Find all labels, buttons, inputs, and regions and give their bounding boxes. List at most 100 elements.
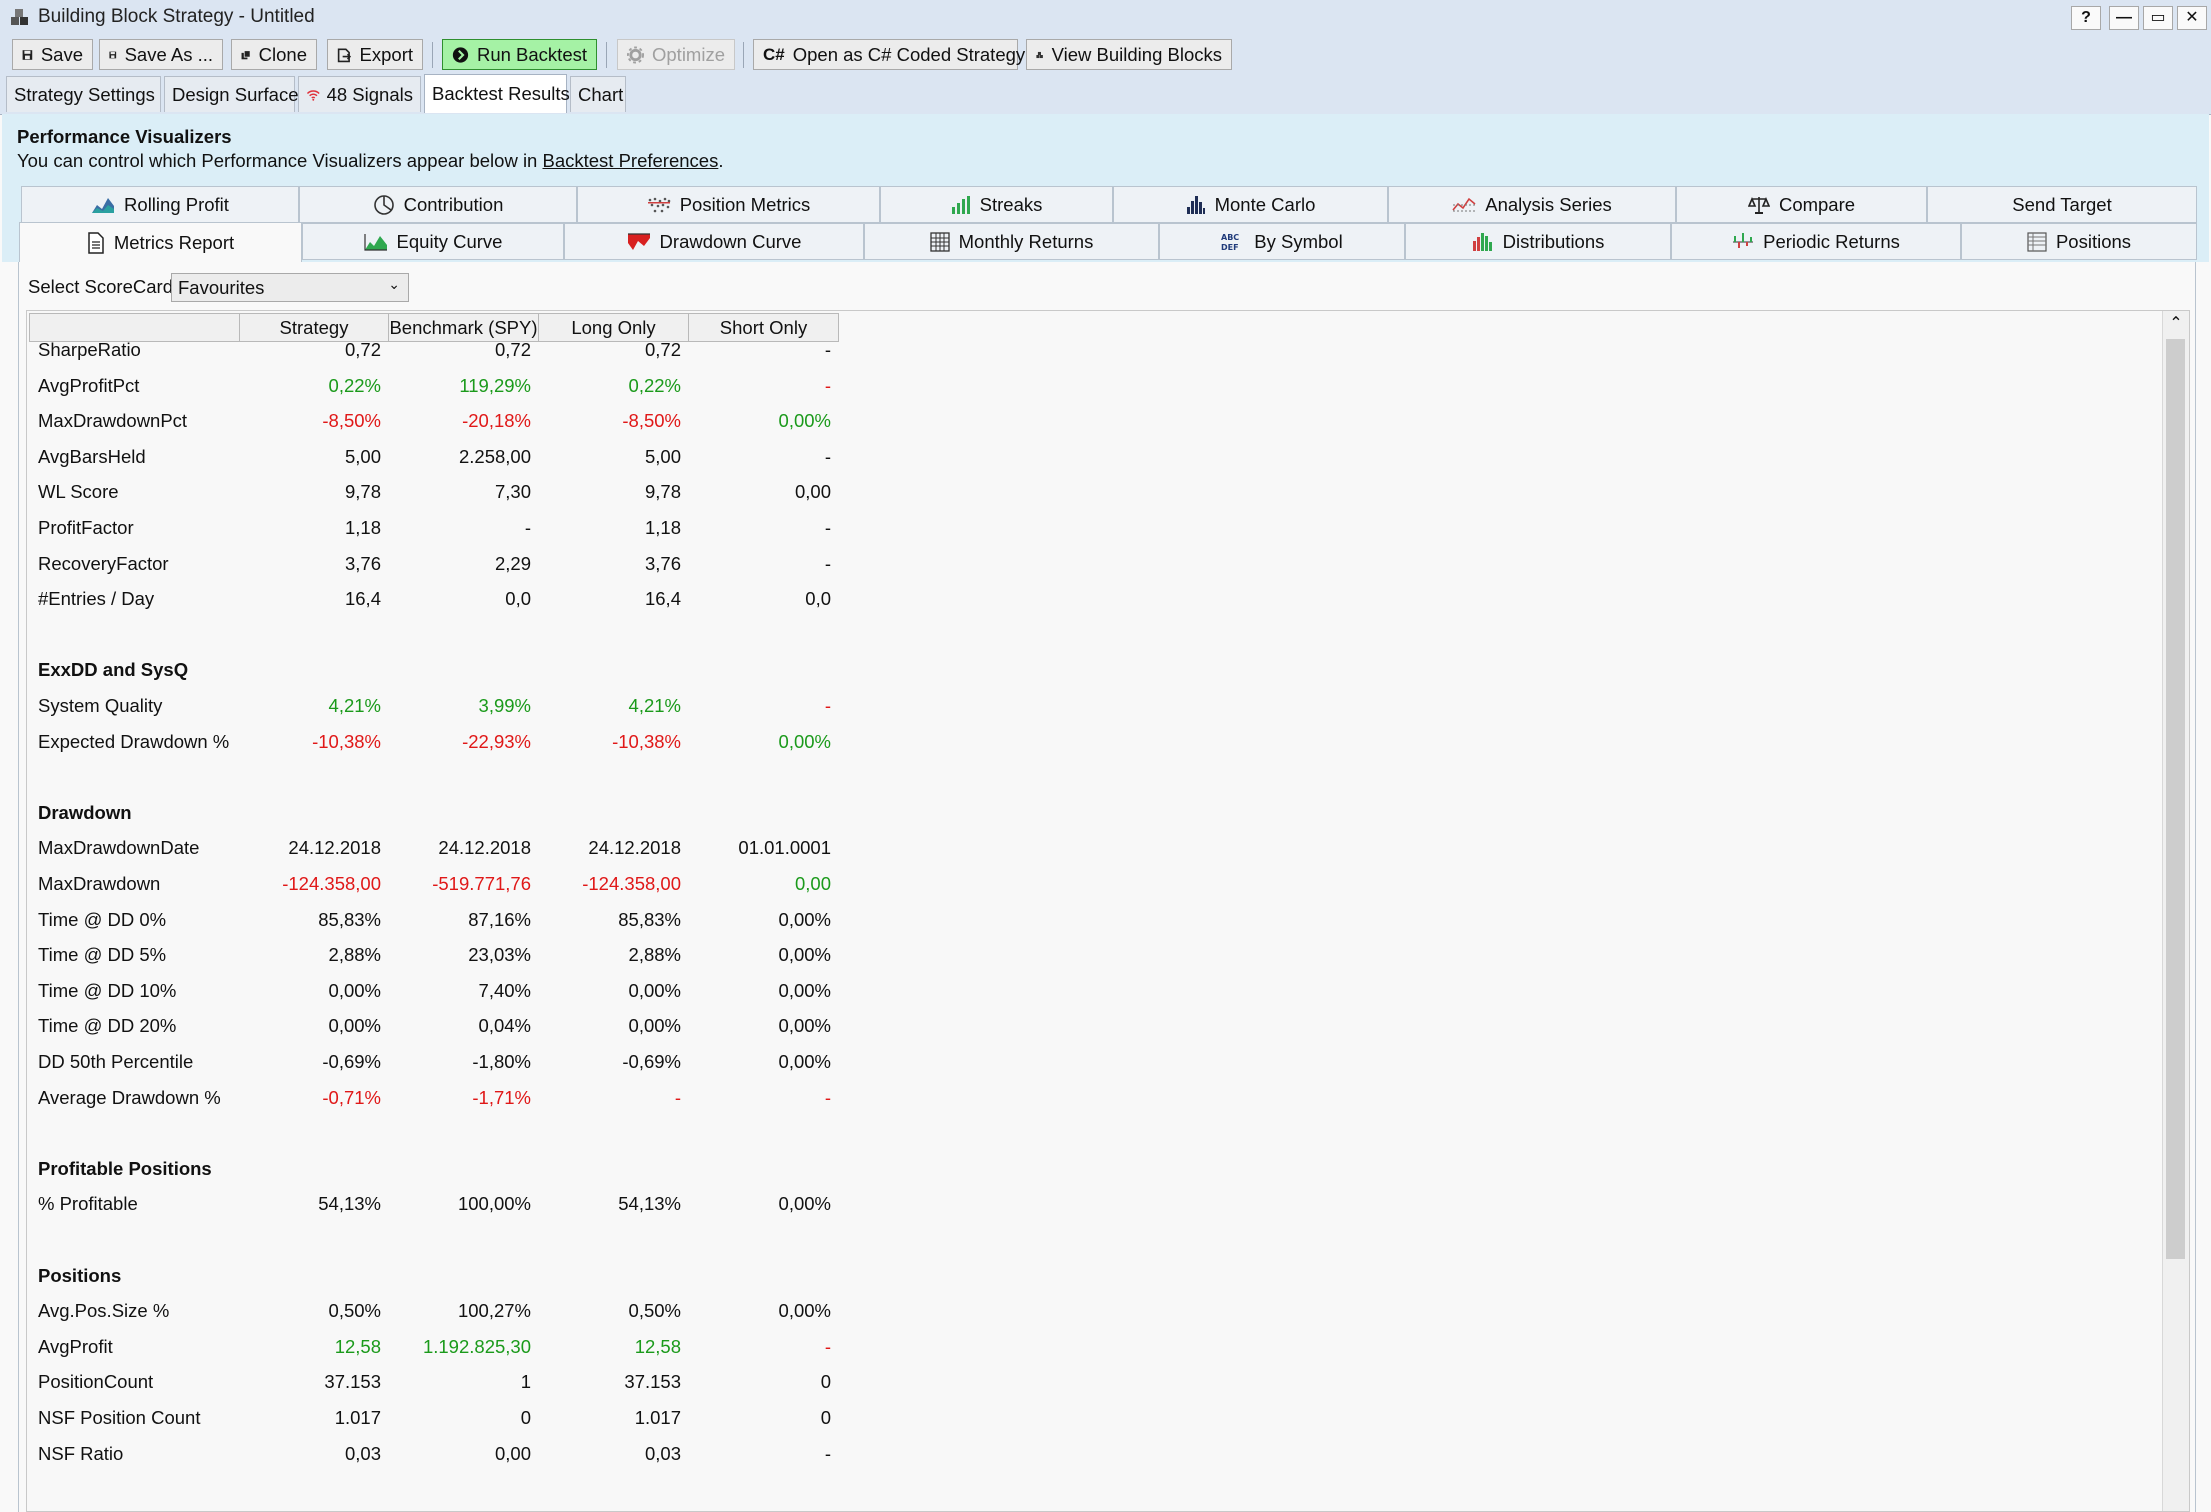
document-icon (88, 232, 104, 254)
tab-chart[interactable]: Chart (570, 76, 626, 112)
tab-label: Analysis Series (1485, 193, 1612, 215)
save-as-icon (109, 51, 117, 58)
metric-value: 2,29 (494, 552, 531, 574)
metric-value: 2,88% (328, 944, 381, 966)
def-glyph: DEF (1221, 243, 1239, 252)
metric-label: MaxDrawdownPct (38, 410, 188, 432)
metric-value: 0,00% (778, 979, 831, 1001)
column-header-strategy[interactable]: Strategy (239, 313, 389, 342)
metric-value: 0,03 (344, 1442, 381, 1464)
run-backtest-button[interactable]: Run Backtest (442, 39, 597, 70)
tab-design-surface[interactable]: Design Surface (164, 76, 298, 112)
tab-distributions[interactable]: Distributions (1405, 223, 1671, 260)
save-button[interactable]: Save (12, 39, 93, 70)
optimize-button[interactable]: Optimize (617, 39, 735, 70)
tab-compare[interactable]: Compare (1676, 186, 1927, 223)
metric-value: 0,00% (778, 944, 831, 966)
tab-label: By Symbol (1254, 230, 1343, 252)
scroll-up-icon[interactable]: ⌃ (2163, 311, 2189, 337)
tab-label: Streaks (979, 193, 1043, 215)
info-text-suffix: . (718, 150, 724, 171)
backtest-preferences-link[interactable]: Backtest Preferences (543, 150, 719, 171)
list-table-icon (2027, 231, 2047, 252)
column-header-long-only[interactable]: Long Only (538, 313, 689, 342)
metric-value: 0,00% (628, 979, 681, 1001)
save-as-button[interactable]: Save As ... (99, 39, 223, 70)
metric-value: -20,18% (462, 410, 531, 432)
metric-value: - (524, 517, 531, 538)
help-button[interactable]: ? (2071, 6, 2101, 30)
metric-value: -0,71% (322, 1086, 381, 1108)
column-header-benchmark[interactable]: Benchmark (SPY) (388, 313, 539, 342)
clone-button[interactable]: Clone (231, 39, 317, 70)
metric-value: 0 (520, 1407, 531, 1428)
metric-label: Time @ DD 0% (38, 908, 167, 930)
metric-label: NSF Position Count (38, 1407, 201, 1428)
scorecard-dropdown[interactable]: Favourites ⌄ (171, 273, 409, 302)
metric-label: WL Score (38, 481, 119, 503)
tab-label: Chart (578, 83, 624, 105)
metric-value: 01.01.0001 (738, 837, 831, 859)
metrics-grid: Strategy Benchmark (SPY) Long Only Short… (26, 310, 2190, 1512)
close-button[interactable]: ✕ (2177, 6, 2207, 30)
metric-value: 0,00% (628, 1015, 681, 1037)
metric-value: -519.771,76 (432, 873, 531, 894)
scatter-icon (647, 197, 671, 212)
tab-monte-carlo[interactable]: Monte Carlo (1113, 186, 1388, 223)
optimize-label: Optimize (652, 43, 725, 65)
metric-value: 0,00 (494, 1442, 531, 1464)
metric-value: 24.12.2018 (288, 837, 381, 859)
tab-equity-curve[interactable]: Equity Curve (302, 223, 564, 260)
metric-value: - (824, 1442, 831, 1464)
vertical-scrollbar[interactable]: ⌃ (2162, 311, 2189, 1511)
analysis-series-icon (1452, 197, 1476, 211)
metric-label: SharpeRatio (38, 339, 141, 360)
tab-periodic-returns[interactable]: Periodic Returns (1671, 223, 1961, 260)
tab-label: Periodic Returns (1763, 230, 1900, 252)
open-csharp-button[interactable]: C# Open as C# Coded Strategy (753, 39, 1025, 70)
metric-value: 24.12.2018 (438, 837, 531, 859)
metric-value: 100,27% (457, 1300, 531, 1322)
metric-value: -124.358,00 (282, 873, 381, 894)
metric-value: 54,13% (318, 1193, 381, 1215)
toolbar: Save Save As ... Clone Export Run Backte… (0, 36, 2211, 74)
view-building-blocks-button[interactable]: View Building Blocks (1026, 39, 1232, 70)
metric-label: AvgProfitPct (38, 374, 140, 396)
tab-signals[interactable]: 48 Signals (298, 76, 421, 112)
tab-label: Send Target (2012, 193, 2112, 215)
metric-value: 2.258,00 (458, 445, 531, 467)
tab-label: Positions (2055, 230, 2132, 252)
scrollbar-thumb[interactable] (2166, 339, 2185, 1259)
metric-label: Time @ DD 20% (38, 1015, 177, 1037)
tab-strategy-settings[interactable]: Strategy Settings (6, 76, 161, 112)
tab-contribution[interactable]: Contribution (299, 186, 577, 223)
tab-rolling-profit[interactable]: Rolling Profit (21, 186, 299, 223)
metric-value: 0,72 (644, 339, 681, 360)
tab-monthly-returns[interactable]: Monthly Returns (864, 223, 1159, 260)
tab-position-metrics[interactable]: Position Metrics (577, 186, 880, 223)
metric-value: 12,58 (634, 1335, 681, 1357)
column-header-short-only[interactable]: Short Only (688, 313, 839, 342)
equity-chart-icon (363, 233, 387, 251)
scales-icon (1747, 196, 1770, 214)
export-button[interactable]: Export (327, 39, 423, 70)
tab-metrics-report[interactable]: Metrics Report (19, 222, 302, 263)
tab-backtest-results[interactable]: Backtest Results (424, 74, 570, 113)
metric-value: 4,21% (628, 695, 681, 716)
tab-label: Backtest Results (432, 83, 570, 104)
metric-label: RecoveryFactor (38, 552, 169, 574)
tab-send-target[interactable]: Send Target (1927, 186, 2197, 223)
metric-value: -1,80% (472, 1051, 531, 1072)
metric-value: 0,00% (778, 730, 831, 752)
minimize-button[interactable]: — (2109, 6, 2139, 30)
tab-drawdown-curve[interactable]: Drawdown Curve (564, 223, 864, 260)
metric-value: 0,22% (628, 374, 681, 396)
window-title: Building Block Strategy - Untitled (38, 6, 315, 27)
building-blocks-icon (11, 9, 28, 25)
tab-analysis-series[interactable]: Analysis Series (1388, 186, 1676, 223)
maximize-button[interactable]: ▭ (2143, 6, 2173, 30)
tab-by-symbol[interactable]: ABC DEF By Symbol (1159, 223, 1405, 260)
tab-streaks[interactable]: Streaks (880, 186, 1113, 223)
export-icon (337, 48, 352, 62)
tab-positions[interactable]: Positions (1961, 223, 2197, 260)
